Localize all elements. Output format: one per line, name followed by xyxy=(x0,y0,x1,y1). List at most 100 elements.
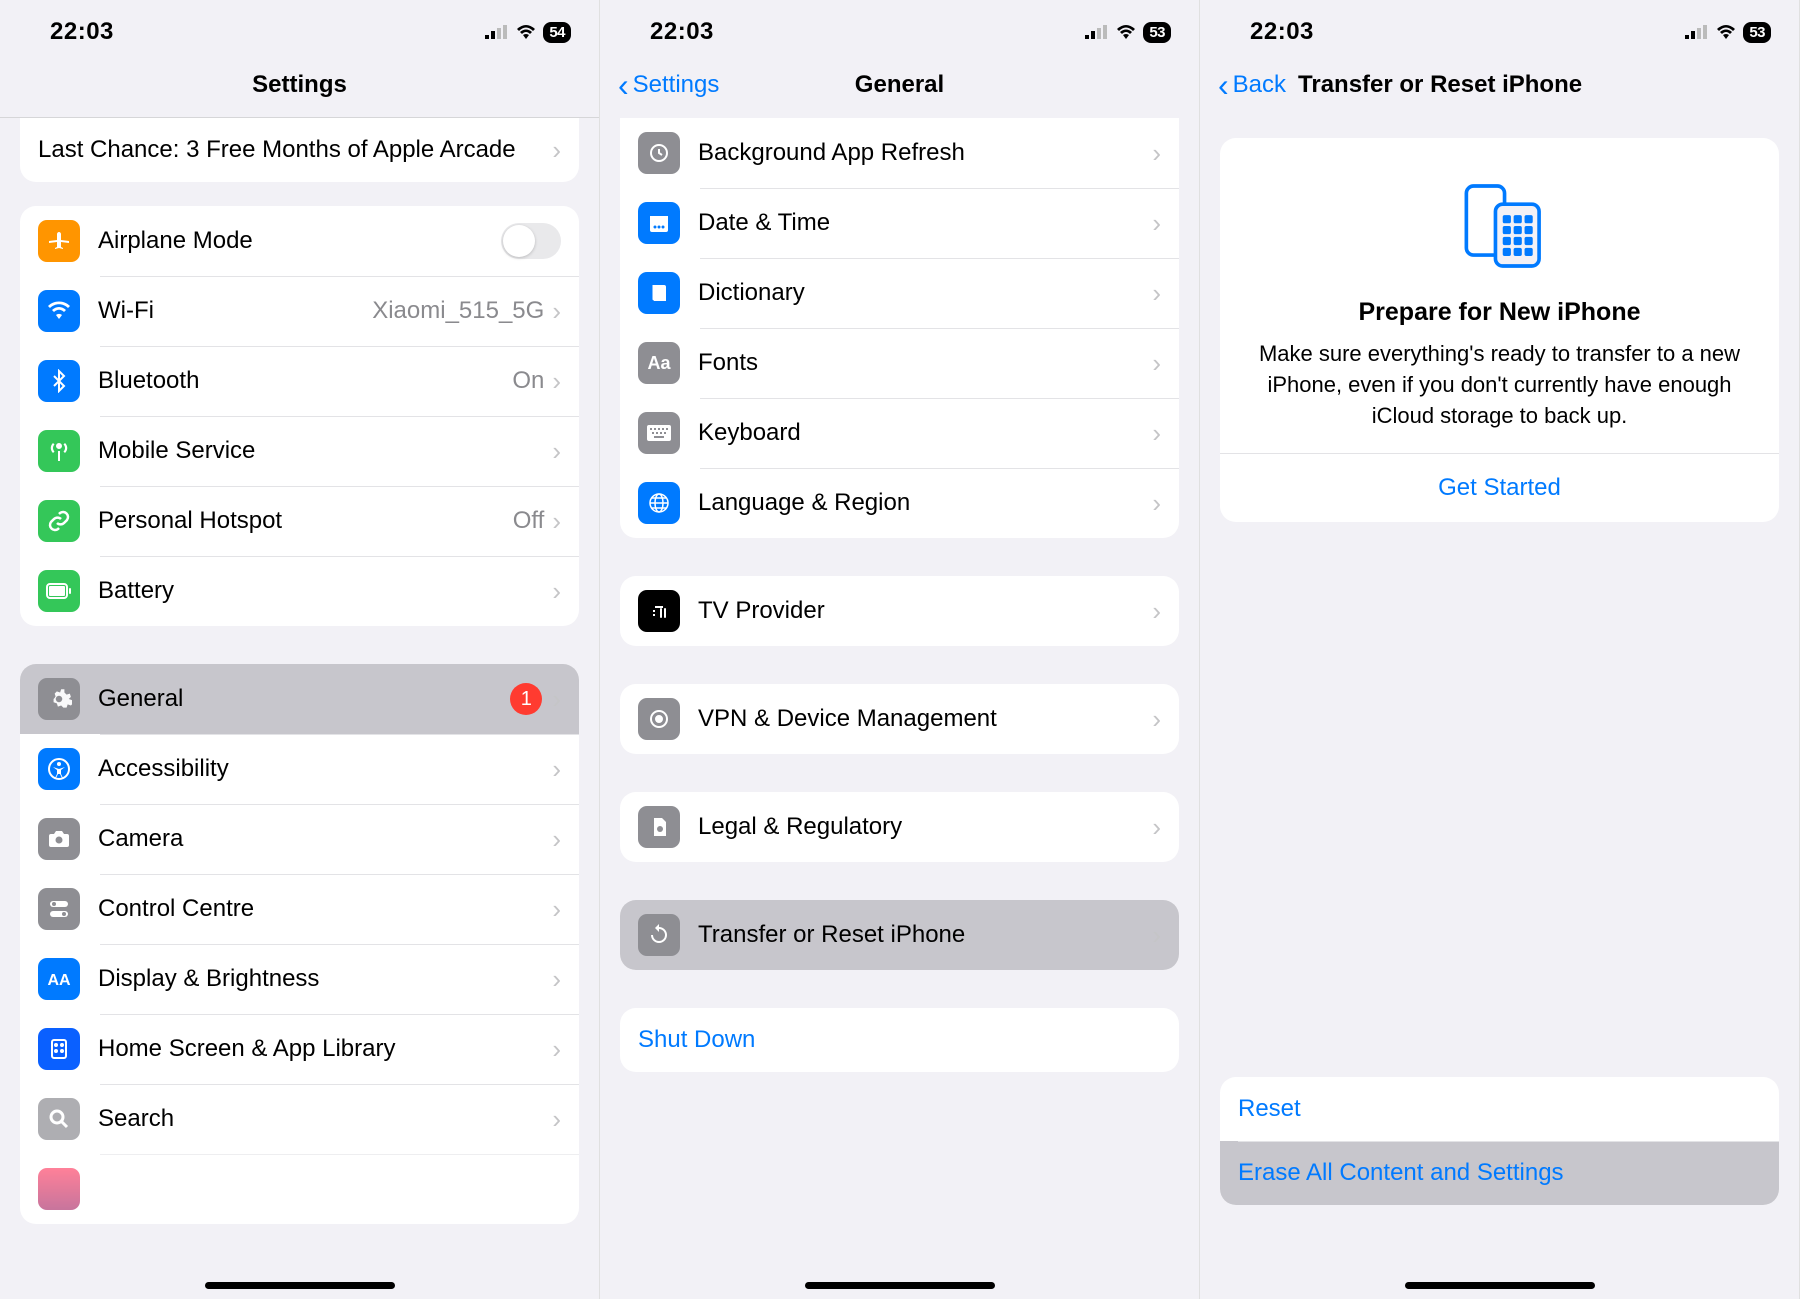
search-label: Search xyxy=(98,1105,552,1133)
bluetooth-icon xyxy=(38,360,80,402)
status-time: 22:03 xyxy=(1250,18,1314,46)
nav-bar: ‹ Back Transfer or Reset iPhone xyxy=(1200,54,1799,118)
legal-group: Legal & Regulatory › xyxy=(620,792,1179,862)
search-row[interactable]: Search › xyxy=(20,1084,579,1154)
status-time: 22:03 xyxy=(650,18,714,46)
status-indicators: 53 xyxy=(1685,22,1771,43)
nav-bar: Settings xyxy=(0,54,599,118)
battery-level: 54 xyxy=(543,22,571,43)
promo-row[interactable]: Last Chance: 3 Free Months of Apple Arca… xyxy=(20,118,579,182)
reset-row[interactable]: Reset xyxy=(1220,1077,1779,1141)
link-icon xyxy=(38,500,80,542)
hotspot-label: Personal Hotspot xyxy=(98,507,513,535)
home-indicator[interactable] xyxy=(205,1282,395,1289)
prepare-heading: Prepare for New iPhone xyxy=(1242,298,1757,327)
main-settings-group: General 1 › Accessibility › Camera › Con… xyxy=(20,664,579,1224)
vpn-icon xyxy=(638,698,680,740)
general-row[interactable]: General 1 › xyxy=(20,664,579,734)
display-label: Display & Brightness xyxy=(98,965,552,993)
language-row[interactable]: Language & Region › xyxy=(620,468,1179,538)
accessibility-row[interactable]: Accessibility › xyxy=(20,734,579,804)
settings-content: Last Chance: 3 Free Months of Apple Arca… xyxy=(0,118,599,1299)
toggles-icon xyxy=(38,888,80,930)
svg-text:AA: AA xyxy=(47,972,71,989)
devices-transfer-icon xyxy=(1450,176,1550,276)
mobile-service-row[interactable]: Mobile Service › xyxy=(20,416,579,486)
wifi-icon xyxy=(515,24,537,40)
status-time: 22:03 xyxy=(50,18,114,46)
battery-row[interactable]: Battery › xyxy=(20,556,579,626)
shutdown-group: Shut Down xyxy=(620,1008,1179,1072)
chevron-right-icon: › xyxy=(552,684,561,715)
shutdown-row[interactable]: Shut Down xyxy=(620,1008,1179,1072)
chevron-right-icon: › xyxy=(552,366,561,397)
book-icon xyxy=(638,272,680,314)
airplane-icon xyxy=(38,220,80,262)
vpn-label: VPN & Device Management xyxy=(698,705,1152,733)
brightness-icon: AA xyxy=(38,958,80,1000)
partial-row[interactable] xyxy=(20,1154,579,1224)
chevron-right-icon: › xyxy=(552,296,561,327)
chevron-right-icon: › xyxy=(1152,704,1161,735)
chevron-right-icon: › xyxy=(1152,348,1161,379)
siri-icon xyxy=(38,1168,80,1210)
bluetooth-row[interactable]: Bluetooth On › xyxy=(20,346,579,416)
cellular-signal-icon xyxy=(1685,25,1709,39)
reset-icon xyxy=(638,914,680,956)
document-icon xyxy=(638,806,680,848)
notification-badge: 1 xyxy=(510,683,542,715)
background-refresh-row[interactable]: Background App Refresh › xyxy=(620,118,1179,188)
battery-level: 53 xyxy=(1143,22,1171,43)
home-indicator[interactable] xyxy=(1405,1282,1595,1289)
transfer-reset-row[interactable]: Transfer or Reset iPhone › xyxy=(620,900,1179,970)
datetime-row[interactable]: Date & Time › xyxy=(620,188,1179,258)
camera-label: Camera xyxy=(98,825,552,853)
vpn-group: VPN & Device Management › xyxy=(620,684,1179,754)
tv-provider-row[interactable]: TV Provider › xyxy=(620,576,1179,646)
transfer-label: Transfer or Reset iPhone xyxy=(698,921,1152,949)
calendar-icon xyxy=(638,202,680,244)
refresh-label: Background App Refresh xyxy=(698,139,1152,167)
chevron-right-icon: › xyxy=(552,506,561,537)
display-row[interactable]: AA Display & Brightness › xyxy=(20,944,579,1014)
battery-label: Battery xyxy=(98,577,552,605)
settings-screen: 22:03 54 Settings Last Chance: 3 Free Mo… xyxy=(0,0,600,1299)
wifi-row-icon xyxy=(38,290,80,332)
chevron-right-icon: › xyxy=(552,754,561,785)
control-centre-row[interactable]: Control Centre › xyxy=(20,874,579,944)
chevron-right-icon: › xyxy=(552,964,561,995)
airplane-toggle[interactable] xyxy=(501,223,561,259)
back-button[interactable]: ‹ Settings xyxy=(618,69,719,101)
transfer-group: Transfer or Reset iPhone › xyxy=(620,900,1179,970)
wifi-icon xyxy=(1715,24,1737,40)
back-button[interactable]: ‹ Back xyxy=(1218,69,1286,101)
tv-group: TV Provider › xyxy=(620,576,1179,646)
home-indicator[interactable] xyxy=(805,1282,995,1289)
legal-row[interactable]: Legal & Regulatory › xyxy=(620,792,1179,862)
wifi-row[interactable]: Wi-Fi Xiaomi_515_5G › xyxy=(20,276,579,346)
vpn-row[interactable]: VPN & Device Management › xyxy=(620,684,1179,754)
mobile-label: Mobile Service xyxy=(98,437,552,465)
chevron-right-icon: › xyxy=(552,1104,561,1135)
keyboard-icon xyxy=(638,412,680,454)
airplane-mode-row[interactable]: Airplane Mode xyxy=(20,206,579,276)
fonts-row[interactable]: Aa Fonts › xyxy=(620,328,1179,398)
bluetooth-label: Bluetooth xyxy=(98,367,512,395)
keyboard-row[interactable]: Keyboard › xyxy=(620,398,1179,468)
camera-row[interactable]: Camera › xyxy=(20,804,579,874)
battery-icon xyxy=(38,570,80,612)
tv-icon xyxy=(638,590,680,632)
dictionary-row[interactable]: Dictionary › xyxy=(620,258,1179,328)
hotspot-row[interactable]: Personal Hotspot Off › xyxy=(20,486,579,556)
connectivity-group: Airplane Mode Wi-Fi Xiaomi_515_5G › Blue… xyxy=(20,206,579,626)
home-screen-row[interactable]: Home Screen & App Library › xyxy=(20,1014,579,1084)
language-label: Language & Region xyxy=(698,489,1152,517)
search-icon xyxy=(38,1098,80,1140)
chevron-right-icon: › xyxy=(1152,138,1161,169)
globe-icon xyxy=(638,482,680,524)
chevron-right-icon: › xyxy=(1152,418,1161,449)
chevron-right-icon: › xyxy=(1152,488,1161,519)
get-started-button[interactable]: Get Started xyxy=(1242,454,1757,522)
erase-all-row[interactable]: Erase All Content and Settings xyxy=(1220,1141,1779,1205)
wifi-icon xyxy=(1115,24,1137,40)
